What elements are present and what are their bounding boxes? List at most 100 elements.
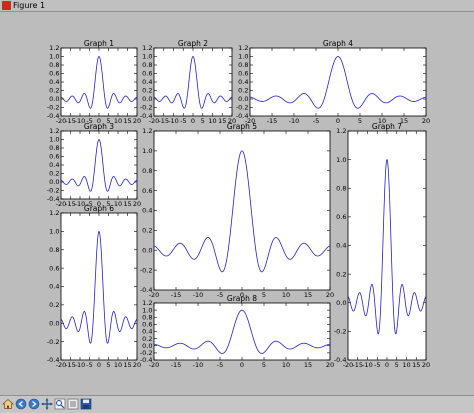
y-tick-label: -0.2 [140, 104, 153, 112]
configure-icon[interactable] [67, 398, 79, 410]
y-tick-label: 1.2 [142, 299, 152, 307]
axes-7[interactable]: Graph 6-0.4-0.20.00.20.40.60.81.01.2-20-… [47, 204, 141, 369]
x-tick-label: 5 [201, 117, 205, 125]
y-tick-label: 1.0 [238, 53, 248, 61]
y-tick-label: 0.2 [49, 87, 59, 95]
y-tick-label: 0.8 [49, 144, 59, 152]
y-tick-label: 0.6 [142, 321, 152, 329]
y-tick-label: 0.0 [49, 95, 59, 103]
axes-title: Graph 6 [84, 204, 114, 213]
y-tick-label: 0.8 [238, 61, 248, 69]
y-tick-label: 0.0 [142, 246, 152, 254]
x-tick-label: 0 [97, 361, 101, 369]
zoom-icon[interactable] [54, 398, 66, 410]
navigation-toolbar [0, 395, 474, 413]
y-tick-label: 0.8 [49, 246, 59, 254]
x-tick-label: -10 [193, 291, 204, 299]
plot-area [347, 130, 427, 361]
y-tick-label: 0.2 [142, 335, 152, 343]
y-tick-label: 0.0 [336, 299, 346, 307]
y-tick-label: 0.4 [238, 78, 248, 86]
y-tick-label: 0.8 [336, 184, 346, 192]
app-icon [2, 1, 11, 10]
home-icon[interactable] [2, 398, 14, 410]
axes-title: Graph 4 [323, 39, 353, 48]
x-tick-label: 10 [114, 200, 122, 208]
x-tick-label: 20 [133, 200, 141, 208]
x-tick-label: -10 [193, 361, 204, 369]
x-tick-label: 10 [402, 361, 410, 369]
axes-2[interactable]: Graph 2-0.4-0.20.00.20.40.60.81.01.2-20-… [140, 39, 236, 125]
y-tick-label: 0.6 [49, 70, 59, 78]
axes-8[interactable]: Graph 8-0.4-0.20.00.20.40.60.81.01.2-20-… [140, 294, 334, 369]
axes-5[interactable]: Graph 5-0.4-0.20.00.20.40.60.81.01.2-20-… [140, 122, 334, 299]
axes-6[interactable]: Graph 7-0.4-0.20.00.20.40.60.81.01.2-20-… [334, 122, 430, 369]
plot-area [153, 302, 331, 361]
x-tick-label: -15 [171, 291, 182, 299]
x-tick-label: -5 [374, 361, 380, 369]
x-tick-label: 0 [240, 361, 244, 369]
axes-3[interactable]: Graph 4-0.4-0.20.00.20.40.60.81.01.2-20-… [236, 39, 430, 125]
plot-area [60, 212, 138, 361]
y-tick-label: 0.4 [49, 161, 59, 169]
axes-title: Graph 7 [372, 122, 402, 131]
x-tick-label: -20 [149, 291, 160, 299]
back-icon[interactable] [15, 398, 27, 410]
y-tick-label: -0.2 [140, 349, 153, 357]
y-tick-label: 0.4 [142, 78, 152, 86]
axes-title: Graph 5 [227, 122, 257, 131]
y-tick-label: 1.2 [142, 127, 152, 135]
y-tick-label: 0.6 [49, 153, 59, 161]
y-tick-label: 0.6 [238, 70, 248, 78]
x-tick-label: -10 [75, 361, 86, 369]
pan-icon[interactable] [41, 398, 53, 410]
y-tick-label: 1.0 [142, 306, 152, 314]
x-tick-label: -5 [217, 361, 223, 369]
x-tick-label: 15 [304, 361, 312, 369]
axes-title: Graph 1 [84, 39, 114, 48]
y-tick-label: 1.0 [336, 156, 346, 164]
y-tick-label: -0.2 [236, 104, 249, 112]
y-tick-label: 1.0 [142, 147, 152, 155]
x-tick-label: 0 [191, 117, 195, 125]
figure-window: Figure 1 Graph 1 -0.4 -0.2 0.0 0.2 0.4 0.6 0.8 1… [0, 0, 474, 413]
axes-title: Graph 2 [178, 39, 208, 48]
x-tick-label: 5 [358, 117, 362, 125]
x-tick-label: -15 [267, 117, 278, 125]
y-tick-label: 0.2 [238, 87, 248, 95]
x-tick-label: 20 [326, 291, 334, 299]
y-tick-label: 0.4 [142, 207, 152, 215]
x-tick-label: -10 [168, 117, 179, 125]
x-tick-label: 20 [326, 361, 334, 369]
plot-area [60, 47, 138, 117]
y-tick-label: -0.2 [47, 187, 60, 195]
x-tick-label: 5 [395, 361, 399, 369]
x-tick-label: -5 [313, 117, 319, 125]
y-tick-label: 0.8 [142, 313, 152, 321]
figure-canvas[interactable]: Graph 1-0.4-0.20.00.20.40.60.81.01.2-20-… [0, 12, 474, 394]
y-tick-label: 0.2 [336, 270, 346, 278]
y-tick-label: 0.8 [142, 167, 152, 175]
x-tick-label: 10 [114, 117, 122, 125]
x-tick-label: 10 [282, 361, 290, 369]
y-tick-label: 1.0 [49, 228, 59, 236]
axes-1[interactable]: Graph 1-0.4-0.20.00.20.40.60.81.01.2-20-… [47, 39, 141, 125]
x-tick-label: 20 [422, 117, 430, 125]
y-tick-label: -0.2 [334, 328, 347, 336]
forward-icon[interactable] [28, 398, 40, 410]
x-tick-label: -5 [86, 361, 92, 369]
axes-4[interactable]: Graph 3-0.4-0.20.00.20.40.60.81.01.2-20-… [47, 122, 141, 208]
y-tick-label: 0.2 [49, 301, 59, 309]
x-tick-label: 15 [304, 291, 312, 299]
x-tick-label: 15 [123, 200, 131, 208]
x-tick-label: 15 [218, 117, 226, 125]
y-tick-label: -0.2 [47, 104, 60, 112]
y-tick-label: 0.8 [49, 61, 59, 69]
y-tick-label: 0.4 [49, 78, 59, 86]
y-tick-label: 1.0 [142, 53, 152, 61]
x-tick-label: -20 [149, 361, 160, 369]
y-tick-label: 0.2 [49, 170, 59, 178]
save-icon[interactable] [80, 398, 92, 410]
plot-area [60, 130, 138, 200]
y-tick-label: 0.0 [142, 342, 152, 350]
